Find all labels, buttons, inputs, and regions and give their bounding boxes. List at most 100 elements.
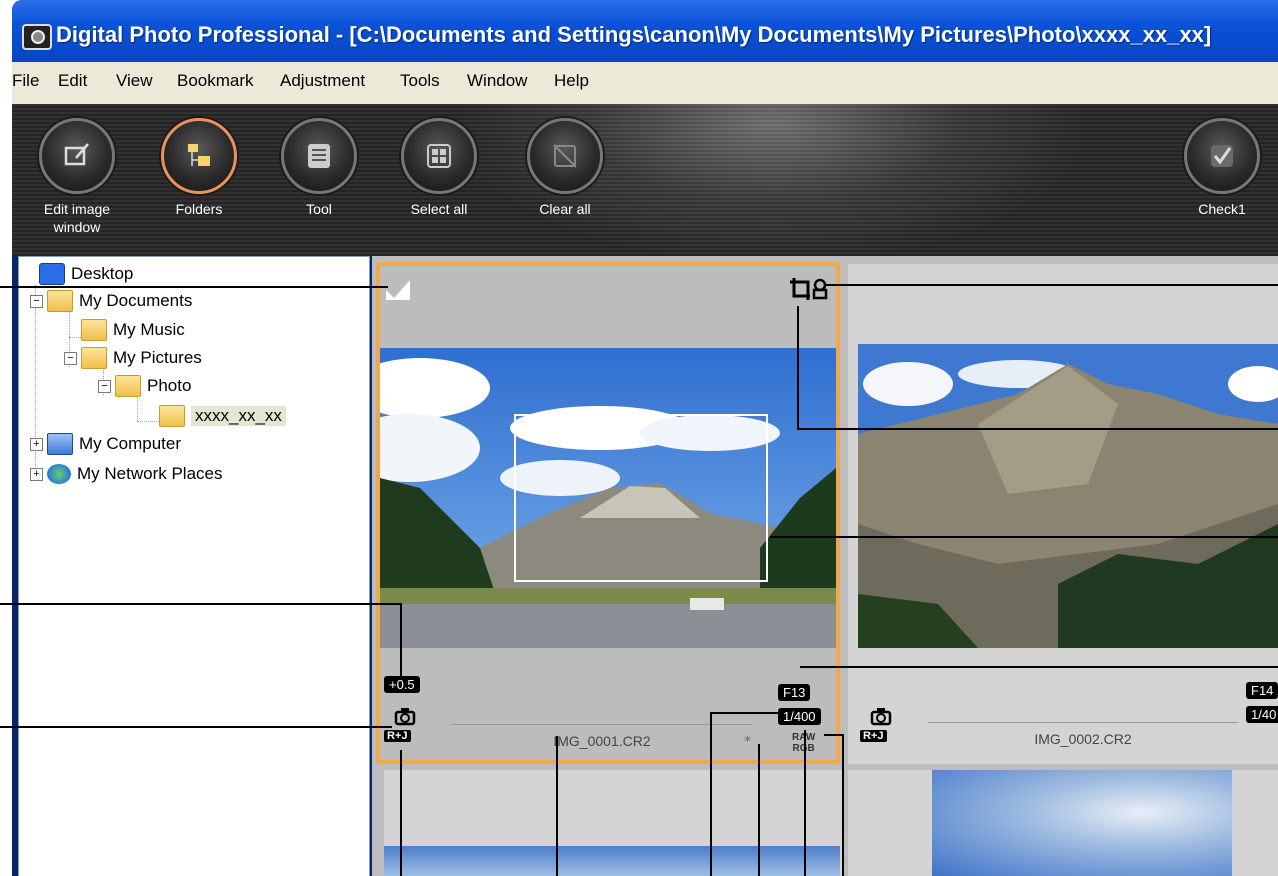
select-all-icon xyxy=(427,144,451,168)
tool-icon xyxy=(308,144,330,168)
photo-preview xyxy=(384,846,840,876)
asterisk-mark: * xyxy=(744,734,751,750)
tree-item-label: My Network Places xyxy=(77,464,223,483)
tree-item-label: xxxx_xx_xx xyxy=(191,406,286,426)
folders-button[interactable]: Folders xyxy=(154,118,244,218)
edit-image-window-icon xyxy=(64,143,89,166)
folders-label: Folders xyxy=(175,201,223,217)
aperture-badge: F13 xyxy=(778,684,811,701)
collapse-icon[interactable]: − xyxy=(98,379,111,393)
callout-line xyxy=(0,286,388,288)
tree-item-my-pictures[interactable]: − My Pictures xyxy=(64,345,202,371)
aperture-badge: F14 xyxy=(1246,682,1278,699)
collapse-icon[interactable]: − xyxy=(64,351,77,365)
photo-preview xyxy=(380,348,836,648)
select-all-button[interactable]: Select all xyxy=(394,118,484,218)
thumbnail-filename: IMG_0002.CR2 xyxy=(928,722,1238,747)
tree-item-label: My Computer xyxy=(79,434,182,453)
tree-item-my-music[interactable]: My Music xyxy=(81,317,185,343)
tree-item-label: Desktop xyxy=(71,264,134,283)
menu-view[interactable]: View xyxy=(116,71,153,91)
callout-line xyxy=(800,666,1278,668)
shutter-speed-badge: 1/400 xyxy=(778,708,821,725)
menu-file[interactable]: File xyxy=(12,71,39,91)
check1-label: Check1 xyxy=(1198,201,1246,217)
thumbnail-3[interactable] xyxy=(384,770,844,876)
callout-line xyxy=(400,603,402,678)
check-mark-icon xyxy=(1211,145,1233,167)
raw-jpeg-badge: R+J xyxy=(860,730,887,742)
tree-item-my-documents[interactable]: − My Documents xyxy=(30,288,192,314)
title-bar[interactable]: Digital Photo Professional - [C:\Documen… xyxy=(12,0,1278,62)
check-mark-icon xyxy=(386,280,410,300)
tool-label: Tool xyxy=(306,201,332,217)
raw-jpeg-badge: R+J xyxy=(384,730,411,742)
window-title: Digital Photo Professional - [C:\Documen… xyxy=(56,22,1212,47)
menu-bookmark[interactable]: Bookmark xyxy=(177,71,254,91)
folders-icon xyxy=(188,144,210,166)
callout-line xyxy=(770,536,1278,538)
music-folder-icon xyxy=(81,319,107,341)
clear-all-button[interactable]: Clear all xyxy=(520,118,610,218)
menu-adjustment[interactable]: Adjustment xyxy=(280,71,365,91)
check1-button[interactable]: Check1 xyxy=(1177,118,1267,218)
thumbnail-filename: IMG_0001.CR2 xyxy=(452,724,752,749)
exposure-compensation-badge: +0.5 xyxy=(384,676,420,693)
menu-tools[interactable]: Tools xyxy=(400,71,440,91)
tree-item-my-network-places[interactable]: + My Network Places xyxy=(30,461,222,487)
edit-image-window-button[interactable]: Edit image window xyxy=(32,118,122,236)
callout-line xyxy=(824,734,844,736)
menu-help[interactable]: Help xyxy=(554,71,589,91)
folder-icon xyxy=(47,290,73,312)
camera-icon xyxy=(22,24,52,50)
callout-line xyxy=(797,306,799,430)
edit-image-window-label: Edit image window xyxy=(43,201,111,235)
expand-icon[interactable]: + xyxy=(30,437,43,451)
app-window: Digital Photo Professional - [C:\Documen… xyxy=(12,0,1278,876)
thumbnail-4[interactable] xyxy=(848,770,1278,876)
camera-icon xyxy=(870,708,892,726)
thumbnail-viewer: +0.5 R+J IMG_0001.CR2 * F13 1/400 RAW RG… xyxy=(372,256,1278,876)
crop-area-frame xyxy=(514,414,768,582)
tool-button[interactable]: Tool xyxy=(274,118,364,218)
callout-line xyxy=(556,736,558,876)
open-folder-icon xyxy=(159,405,185,427)
photo-preview xyxy=(932,770,1232,876)
clear-all-label: Clear all xyxy=(539,201,591,217)
folder-tree[interactable]: Desktop − My Documents My Music − My Pic… xyxy=(18,256,370,876)
tree-item-label: My Documents xyxy=(79,291,193,310)
callout-line xyxy=(842,734,844,876)
callout-line xyxy=(758,744,760,876)
clear-all-icon xyxy=(553,144,577,168)
network-icon xyxy=(47,464,71,484)
collapse-icon[interactable]: − xyxy=(30,294,43,308)
tree-item-my-computer[interactable]: + My Computer xyxy=(30,431,181,457)
callout-line xyxy=(804,730,806,876)
tree-item-photo[interactable]: − Photo xyxy=(98,373,191,399)
shutter-speed-badge: 1/40 xyxy=(1246,706,1278,723)
computer-icon xyxy=(47,433,73,455)
thumbnail-2[interactable]: R+J IMG_0002.CR2 F14 1/40 xyxy=(848,264,1278,764)
callout-line xyxy=(0,726,392,728)
tree-item-label: Photo xyxy=(147,376,192,395)
tree-item-label: My Music xyxy=(113,320,185,339)
menu-window[interactable]: Window xyxy=(467,71,527,91)
expand-icon[interactable]: + xyxy=(30,467,43,481)
tree-item-xxxx-xx-xx[interactable]: xxxx_xx_xx xyxy=(159,403,286,429)
menu-edit[interactable]: Edit xyxy=(58,71,87,91)
callout-line xyxy=(797,428,1278,430)
callout-line xyxy=(710,712,778,714)
callout-line xyxy=(0,603,402,605)
callout-line xyxy=(825,284,1278,286)
folder-icon xyxy=(115,375,141,397)
select-all-label: Select all xyxy=(410,201,468,217)
thumbnail-1[interactable]: +0.5 R+J IMG_0001.CR2 * F13 1/400 RAW RG… xyxy=(376,262,840,764)
tree-item-desktop[interactable]: Desktop xyxy=(39,261,133,287)
menu-bar: File Edit View Bookmark Adjustment Tools… xyxy=(12,62,1278,104)
desktop-icon xyxy=(39,263,65,285)
camera-icon xyxy=(394,708,416,726)
tree-item-label: My Pictures xyxy=(113,348,202,367)
photo-preview xyxy=(858,344,1278,648)
callout-line xyxy=(710,712,712,876)
callout-line xyxy=(400,750,402,876)
